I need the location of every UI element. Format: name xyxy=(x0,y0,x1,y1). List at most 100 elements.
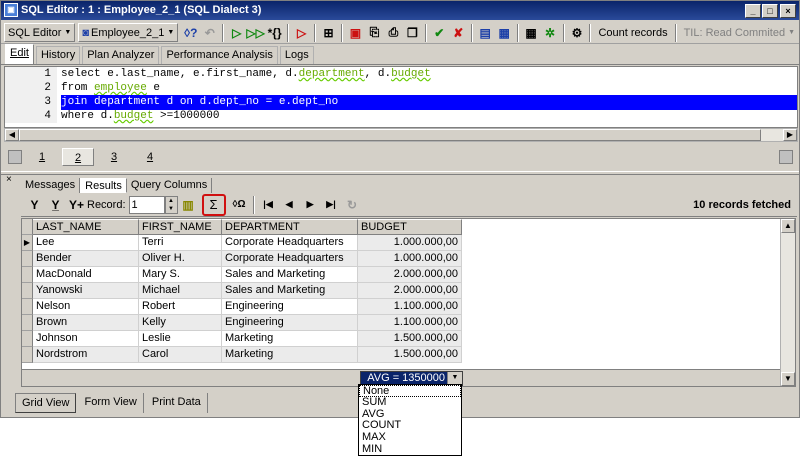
grid-view-icon[interactable]: ▦ xyxy=(495,23,514,42)
form-icon[interactable]: ▥ xyxy=(178,195,199,214)
open-query-icon[interactable]: ⎘ xyxy=(365,23,384,42)
current-row-indicator[interactable]: ▶ xyxy=(22,235,33,251)
options-icon[interactable]: ✲ xyxy=(541,23,560,42)
reload-icon[interactable]: ↻ xyxy=(342,195,363,214)
table-cell[interactable]: 2.000.000,00 xyxy=(358,267,462,283)
editor-horizontal-scrollbar[interactable]: ◀ ▶ xyxy=(4,128,798,142)
table-cell[interactable]: Terri xyxy=(139,235,222,251)
last-record-icon[interactable]: ▶| xyxy=(321,195,342,214)
table-cell[interactable]: Michael xyxy=(139,283,222,299)
form-view-icon[interactable]: ▤ xyxy=(476,23,495,42)
first-record-icon[interactable]: |◀ xyxy=(258,195,279,214)
table-cell[interactable]: Brown xyxy=(33,315,139,331)
settings-icon[interactable]: ⚙ xyxy=(568,23,587,42)
query-tab-4[interactable]: 4 xyxy=(134,148,166,166)
code-line[interactable]: 1 select e.last_name, e.first_name, d.dep… xyxy=(5,67,797,82)
table-cell[interactable]: Corporate Headquarters xyxy=(222,251,358,267)
scroll-right-icon[interactable]: ▶ xyxy=(783,129,797,141)
table-cell[interactable]: MacDonald xyxy=(33,267,139,283)
table-cell[interactable]: 1.500.000,00 xyxy=(358,331,462,347)
execute-all-icon[interactable]: ▷▷ xyxy=(246,23,265,42)
table-cell[interactable]: Oliver H. xyxy=(139,251,222,267)
column-header[interactable]: BUDGET xyxy=(358,219,462,235)
prepare-icon[interactable]: ⊞ xyxy=(319,23,338,42)
scroll-left-icon[interactable]: ◀ xyxy=(5,129,19,141)
execute-icon[interactable]: ▷ xyxy=(227,23,246,42)
filter-icon[interactable]: Y xyxy=(24,195,45,214)
table-cell[interactable]: Bender xyxy=(33,251,139,267)
execute-selection-icon[interactable]: *{} xyxy=(265,23,284,42)
minimize-button[interactable]: _ xyxy=(745,4,761,18)
aggregate-option[interactable]: SUM xyxy=(359,396,461,409)
code-line[interactable]: 4 where d.budget >=1000000 xyxy=(5,109,797,124)
splitter[interactable] xyxy=(1,171,799,175)
code-line[interactable]: 3 join department d on d.dept_no = e.dept… xyxy=(5,95,797,110)
table-cell[interactable]: Carol xyxy=(139,347,222,363)
close-panel-icon[interactable]: × xyxy=(6,174,12,185)
filter-edit-icon[interactable]: Y̲ xyxy=(45,195,66,214)
query-list-icon[interactable] xyxy=(8,150,22,164)
query-tab-1[interactable]: 1 xyxy=(26,148,58,166)
sql-editor[interactable]: 1 select e.last_name, e.first_name, d.dep… xyxy=(4,66,798,128)
table-cell[interactable]: 1.000.000,00 xyxy=(358,235,462,251)
row-indicator[interactable] xyxy=(22,315,33,331)
table-cell[interactable]: 1.500.000,00 xyxy=(358,347,462,363)
tab-performance-analysis[interactable]: Performance Analysis xyxy=(161,46,278,64)
tab-edit[interactable]: Edit xyxy=(5,44,34,64)
close-button[interactable]: × xyxy=(780,4,796,18)
new-query-icon[interactable]: ▣ xyxy=(346,23,365,42)
query-tab-3[interactable]: 3 xyxy=(98,148,130,166)
table-cell[interactable]: Kelly xyxy=(139,315,222,331)
filter-add-icon[interactable]: Y+ xyxy=(66,195,87,214)
save-query-icon[interactable]: ⎙ xyxy=(384,23,403,42)
table-cell[interactable]: 1.000.000,00 xyxy=(358,251,462,267)
column-header[interactable]: DEPARTMENT xyxy=(222,219,358,235)
transaction-isolation-select[interactable]: TIL: Read Commited ▼ xyxy=(680,23,799,42)
count-records-button[interactable]: Count records xyxy=(594,23,671,42)
record-spinner[interactable]: ▲ ▼ xyxy=(164,195,178,214)
row-indicator[interactable] xyxy=(22,267,33,283)
scroll-up-icon[interactable]: ▲ xyxy=(781,219,795,233)
tab-print-data[interactable]: Print Data xyxy=(146,393,208,413)
record-input[interactable]: 1 xyxy=(128,195,165,214)
database-select-button[interactable]: ◙ Employee_2_1 ▼ xyxy=(78,23,179,42)
navigate-icon[interactable]: ↶ xyxy=(200,23,219,42)
table-cell[interactable]: Mary S. xyxy=(139,267,222,283)
table-cell[interactable]: 1.100.000,00 xyxy=(358,299,462,315)
table-cell[interactable]: Marketing xyxy=(222,347,358,363)
table-cell[interactable]: Nordstrom xyxy=(33,347,139,363)
row-indicator[interactable] xyxy=(22,331,33,347)
maximize-button[interactable]: □ xyxy=(762,4,778,18)
refresh-icon[interactable]: ◊Ω xyxy=(229,195,250,214)
tab-logs[interactable]: Logs xyxy=(279,46,314,64)
row-indicator[interactable] xyxy=(22,347,33,363)
row-indicator[interactable] xyxy=(22,283,33,299)
table-cell[interactable]: Leslie xyxy=(139,331,222,347)
tab-form-view[interactable]: Form View xyxy=(78,393,144,413)
table-cell[interactable]: Lee xyxy=(33,235,139,251)
table-cell[interactable]: Engineering xyxy=(222,299,358,315)
table-cell[interactable]: Robert xyxy=(139,299,222,315)
table-cell[interactable]: Marketing xyxy=(222,331,358,347)
tab-plan-analyzer[interactable]: Plan Analyzer xyxy=(82,46,160,64)
commit-icon[interactable]: ✔ xyxy=(430,23,449,42)
run-debug-icon[interactable]: ▷ xyxy=(292,23,311,42)
scroll-down-icon[interactable]: ▼ xyxy=(781,372,795,386)
column-header[interactable]: LAST_NAME xyxy=(33,219,139,235)
tab-query-columns[interactable]: Query Columns xyxy=(127,178,213,193)
column-header[interactable]: FIRST_NAME xyxy=(139,219,222,235)
table-cell[interactable]: Nelson xyxy=(33,299,139,315)
table-cell[interactable]: Corporate Headquarters xyxy=(222,235,358,251)
results-grid[interactable]: LAST_NAME FIRST_NAME DEPARTMENT BUDGET ▶ Lee T… xyxy=(21,218,796,387)
grid-vertical-scrollbar[interactable]: ▲ ▼ xyxy=(780,219,795,386)
aggregate-option[interactable]: MIN xyxy=(359,443,461,456)
scroll-thumb[interactable] xyxy=(19,129,761,141)
row-indicator[interactable] xyxy=(22,251,33,267)
query-options-icon[interactable] xyxy=(779,150,793,164)
tab-history[interactable]: History xyxy=(35,46,81,64)
table-cell[interactable]: 1.100.000,00 xyxy=(358,315,462,331)
query-builder-icon[interactable]: ◊? xyxy=(181,23,200,42)
table-cell[interactable]: Johnson xyxy=(33,331,139,347)
sigma-icon[interactable]: Σ xyxy=(201,193,226,216)
tab-results[interactable]: Results xyxy=(80,178,127,193)
